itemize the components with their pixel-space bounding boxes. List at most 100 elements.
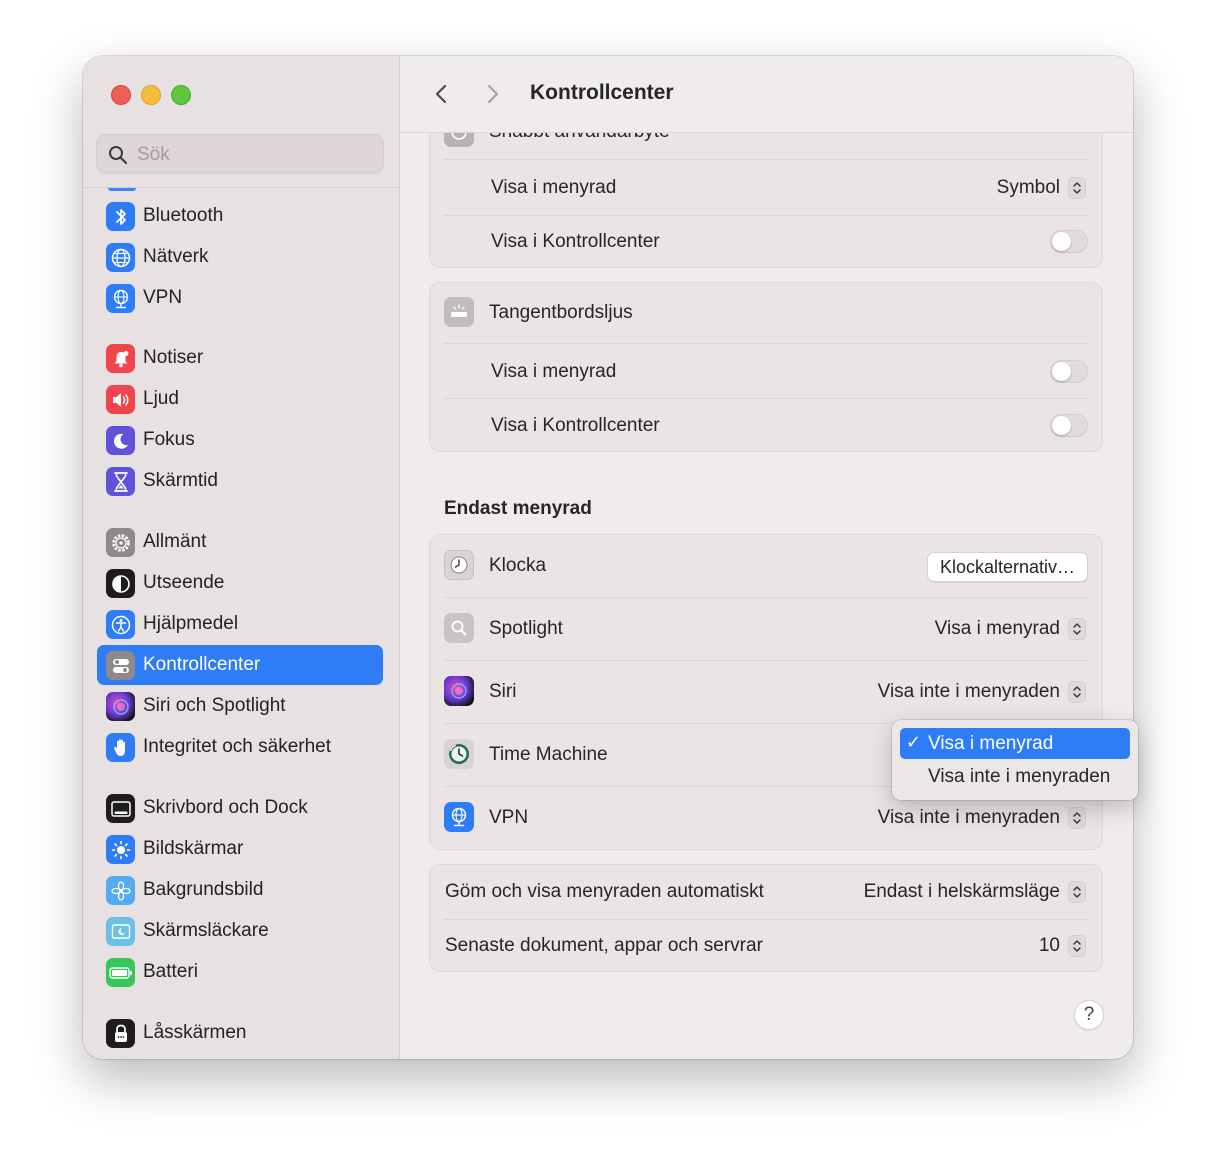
back-button[interactable]: [428, 80, 456, 108]
sidebar-item-label: Skärmtid: [143, 470, 218, 491]
row-label: Visa i Kontrollcenter: [491, 231, 660, 252]
sidebar-item-screensaver[interactable]: Skärmsläckare: [97, 911, 383, 951]
row-separator: [444, 159, 1088, 160]
appearance-icon: [106, 569, 135, 598]
chevron-left-icon: [435, 84, 447, 104]
menu-item-label: Visa inte i menyraden: [928, 766, 1111, 787]
popup-button[interactable]: Visa i menyrad: [935, 616, 1086, 642]
popup-value: Symbol: [996, 177, 1060, 198]
popup-button[interactable]: Visa inte i menyraden: [878, 679, 1086, 705]
popup-button[interactable]: Visa inte i menyraden: [878, 805, 1086, 831]
settings-content: Snabbt användarbyte Visa i menyrad Symbo…: [400, 56, 1133, 1059]
popup-button[interactable]: Endast i helskärmsläge: [864, 879, 1086, 905]
sidebar-item-appearance[interactable]: Utseende: [97, 563, 383, 603]
chevron-up-down-icon: [1068, 177, 1086, 199]
hand-icon: [106, 733, 135, 762]
menu-item-show-in-menubar[interactable]: ✓ Visa i menyrad: [900, 728, 1130, 759]
magnifier-icon: [444, 613, 474, 643]
sidebar-item-label: Skärmsläckare: [143, 920, 269, 941]
sidebar-item-label: Nätverk: [143, 246, 209, 267]
chevron-up-down-icon: [1068, 935, 1086, 957]
zoom-window-button[interactable]: [171, 85, 191, 105]
row-label: Time Machine: [489, 744, 608, 765]
row-label: Göm och visa menyraden automatiskt: [445, 881, 764, 902]
sidebar-item-wallpaper[interactable]: Bakgrundsbild: [97, 870, 383, 910]
toggle-switch[interactable]: [1050, 360, 1088, 383]
row-separator: [444, 343, 1088, 344]
sidebar: Bluetooth Nätverk VPN Notiser: [83, 56, 400, 1059]
sidebar-item-label: Siri och Spotlight: [143, 695, 286, 716]
bluetooth-icon: [106, 202, 135, 231]
group-title: Tangentbordsljus: [489, 302, 633, 323]
sidebar-item-displays[interactable]: Bildskärmar: [97, 829, 383, 869]
lock-icon: [106, 1019, 135, 1048]
sidebar-item-bluetooth[interactable]: Bluetooth: [97, 196, 383, 236]
vpn-globe-icon: [444, 802, 474, 832]
settings-row: Göm och visa menyraden automatiskt Endas…: [430, 865, 1102, 919]
settings-row: Senaste dokument, appar och servrar 10: [430, 919, 1102, 973]
group-keyboard-brightness: Tangentbordsljus Visa i menyrad Visa i K…: [429, 282, 1103, 452]
settings-row: Klocka Klockalternativ…: [430, 539, 1102, 593]
settings-row: Spotlight Visa i menyrad: [430, 602, 1102, 656]
sidebar-item-label: Kontrollcenter: [143, 654, 261, 675]
sidebar-item-lock-screen[interactable]: Låsskärmen: [97, 1013, 383, 1053]
toggle-switch[interactable]: [1050, 230, 1088, 253]
row-label: Visa i menyrad: [491, 361, 617, 382]
control-center-icon: [106, 651, 135, 680]
sidebar-item-label: Skrivbord och Dock: [143, 797, 308, 818]
popup-value: 10: [1038, 935, 1060, 956]
settings-row: Siri Visa inte i menyraden: [430, 665, 1102, 719]
clock-options-button[interactable]: Klockalternativ…: [926, 552, 1088, 582]
sidebar-item-sound[interactable]: Ljud: [97, 379, 383, 419]
settings-row: Visa i Kontrollcenter: [430, 399, 1102, 453]
settings-row: Visa i Kontrollcenter: [430, 215, 1102, 269]
sidebar-item-label: Notiser: [143, 347, 204, 368]
chevron-up-down-icon: [1068, 881, 1086, 903]
popup-button[interactable]: Symbol: [997, 175, 1086, 201]
page-title: Kontrollcenter: [530, 81, 674, 104]
sidebar-item-label: Ljud: [143, 388, 179, 409]
row-separator: [444, 597, 1088, 598]
search-field[interactable]: [96, 134, 384, 174]
sidebar-item-label: Fokus: [143, 429, 195, 450]
sidebar-item-label: Bluetooth: [143, 205, 224, 226]
globe-icon: [106, 243, 135, 272]
sidebar-item-control-center[interactable]: Kontrollcenter: [97, 645, 383, 685]
forward-button[interactable]: [478, 80, 506, 108]
keyboard-brightness-icon: [444, 297, 474, 327]
hourglass-icon: [106, 467, 135, 496]
minimize-window-button[interactable]: [141, 85, 161, 105]
close-window-button[interactable]: [111, 85, 131, 105]
menu-item-label: Visa i menyrad: [928, 733, 1054, 754]
menu-item-dont-show-in-menubar[interactable]: Visa inte i menyraden: [900, 761, 1130, 792]
time-machine-icon: [444, 739, 474, 769]
sidebar-item-screen-time[interactable]: Skärmtid: [97, 461, 383, 501]
toggle-switch[interactable]: [1050, 414, 1088, 437]
settings-window: Bluetooth Nätverk VPN Notiser: [83, 56, 1133, 1059]
battery-icon: [106, 958, 135, 987]
sidebar-item-desktop-dock[interactable]: Skrivbord och Dock: [97, 788, 383, 828]
help-button[interactable]: ?: [1074, 1000, 1104, 1030]
sidebar-scrolled-item-peek: [108, 188, 136, 191]
siri-icon: [444, 676, 474, 706]
popup-button[interactable]: 10: [1039, 933, 1086, 959]
sidebar-item-accessibility[interactable]: Hjälpmedel: [97, 604, 383, 644]
bell-icon: [106, 344, 135, 373]
sidebar-item-vpn[interactable]: VPN: [97, 278, 383, 318]
sidebar-item-notifications[interactable]: Notiser: [97, 338, 383, 378]
settings-row: Visa i menyrad Symbol: [430, 161, 1102, 215]
sidebar-item-network[interactable]: Nätverk: [97, 237, 383, 277]
chevron-up-down-icon: [1068, 618, 1086, 640]
sidebar-item-privacy-security[interactable]: Integritet och säkerhet: [97, 727, 383, 767]
chevron-up-down-icon: [1068, 681, 1086, 703]
row-label: VPN: [489, 807, 529, 828]
sidebar-item-general[interactable]: Allmänt: [97, 522, 383, 562]
sidebar-item-siri-spotlight[interactable]: Siri och Spotlight: [97, 686, 383, 726]
search-input[interactable]: [135, 141, 379, 169]
popup-value: Endast i helskärmsläge: [863, 881, 1060, 902]
popup-value: Visa inte i menyraden: [877, 681, 1060, 702]
sidebar-item-focus[interactable]: Fokus: [97, 420, 383, 460]
sidebar-item-battery[interactable]: Batteri: [97, 952, 383, 992]
chevron-right-icon: [487, 84, 499, 104]
sidebar-item-label: Batteri: [143, 961, 198, 982]
